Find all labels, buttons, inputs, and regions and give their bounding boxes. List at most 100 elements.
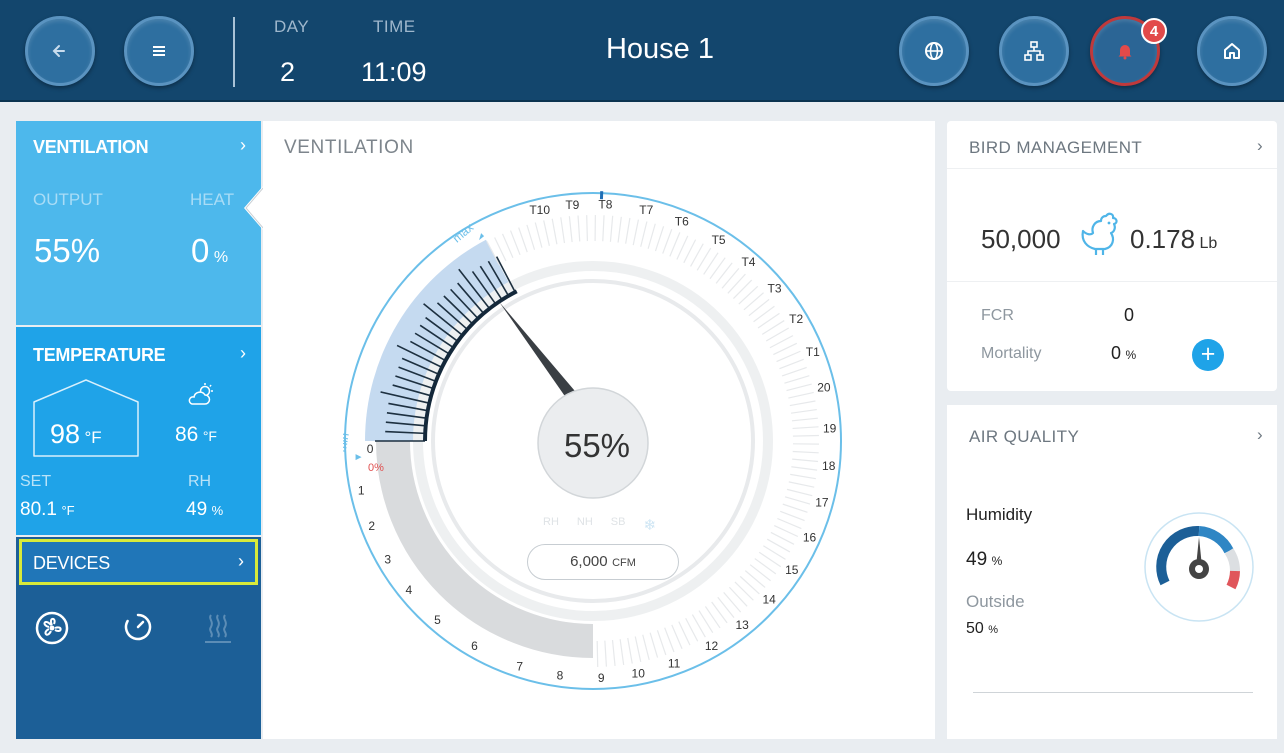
dial-faint-tick [676,235,689,260]
rh-value-group: 49 % [186,499,223,521]
air-quality-chevron: › [1257,425,1263,444]
dial-faint-tick [784,375,810,384]
dial-faint-tick [786,488,813,497]
dial-faint-tick [738,285,759,305]
dial-level-label-t3: T3 [768,282,782,296]
dial-faint-tick [526,224,536,250]
menu-icon [153,46,165,56]
dial-level-label-10: 10 [632,667,646,681]
dial-faint-tick [602,215,605,242]
dial-level-label-2: 2 [368,519,375,533]
temperature-card[interactable]: TEMPERATURE › 98 °F 86 °F SET RH 80.1 °F… [16,327,261,535]
weather-icon [188,383,213,405]
dial-faint-tick [625,217,631,244]
dial-faint-tick [627,637,633,664]
dial-level-label-0: 0 [367,442,374,456]
dial-min-marker [355,454,362,461]
dial-faint-tick [792,450,819,454]
alarm-count-badge: 4 [1141,18,1167,44]
add-mortality-button[interactable]: + [1192,339,1224,371]
devices-card-header[interactable]: DEVICES › [19,539,258,585]
dial-level-label-t10: T10 [529,203,550,217]
back-button[interactable] [25,16,95,86]
dial-faint-tick [509,230,521,256]
network-button[interactable] [999,16,1069,86]
globe-button[interactable] [899,16,969,86]
dial-faint-tick [518,227,528,253]
outside-humidity-unit: % [988,624,999,636]
house-title: House 1 [605,33,714,65]
ventilation-card[interactable]: VENTILATION › OUTPUT HEAT 55% 0 % [16,121,264,325]
dial-faint-tick [669,232,681,257]
dial-level-label-11: 11 [668,657,681,671]
home-button[interactable] [1197,16,1267,86]
top-bar: DAY 2 TIME 11:09 House 1 4 [0,0,1284,102]
dial-faint-tick [782,503,808,513]
ventilation-card-title: VENTILATION [33,137,149,157]
dial-faint-tick [662,228,673,254]
dial-faint-tick [788,481,815,488]
dial-level-label-t5: T5 [712,233,726,247]
dial-faint-tick [791,466,818,471]
dial-faint-tick [777,517,802,530]
dial-min-label: min [343,432,352,453]
devices-card-chevron: › [238,551,244,571]
fan-icon[interactable] [35,611,69,645]
set-value: 80.1 [20,499,57,520]
alarm-bell-icon [1118,45,1132,60]
heater-icon[interactable] [202,611,234,645]
humidity-value: 49 [966,549,988,570]
air-quality-card[interactable]: AIR QUALITY › Humidity 49 % Outside 50 % [947,405,1277,739]
outside-temp-unit: °F [202,428,217,444]
center-title: VENTILATION [284,137,414,158]
dial-level-label-t1: T1 [806,345,820,359]
dial-faint-tick [647,223,656,249]
dial-faint-tick [604,640,608,667]
dial-faint-tick [671,624,683,649]
dial-faint-tick [784,496,811,505]
humidity-label: Humidity [966,505,1033,524]
timer-icon[interactable] [122,611,154,643]
dial-level-label-5: 5 [434,613,441,627]
network-icon [1024,41,1044,61]
dial-faint-tick [790,473,816,480]
dial-faint-tick [568,216,573,243]
time-label: TIME [373,17,416,36]
bird-management-title: BIRD MANAGEMENT [969,138,1143,157]
inside-temp-unit: °F [84,428,102,447]
rh-unit: % [211,503,224,518]
set-label: SET [20,473,52,490]
globe-icon [925,42,943,60]
dial-level-label-12: 12 [705,639,719,653]
dial-level-label-t8: T8 [598,197,612,211]
dial-faint-tick [781,366,807,377]
bird-management-card[interactable]: BIRD MANAGEMENT › 50,000 0.178 Lb FCR 0 … [947,121,1277,391]
humidity-unit: % [991,554,1003,568]
mortality-value: 0 [1111,343,1122,363]
plus-icon: + [1200,340,1216,368]
dial-level-label-16: 16 [803,530,817,544]
menu-button[interactable] [124,16,194,86]
dial-faint-tick [640,221,648,247]
dial-faint-tick [619,639,625,665]
dial-faint-tick [596,640,599,667]
bird-mid-divider [947,281,1277,282]
set-unit: °F [61,503,75,518]
dial-faint-tick [634,636,642,663]
dial-max-marker [479,233,485,241]
devices-card: DEVICES › [16,537,261,739]
dial-level-label-14: 14 [762,593,776,607]
dial-level-label-t7: T7 [639,203,653,217]
day-label: DAY [274,17,310,36]
dial-faint-tick [734,581,754,601]
dial-level-label-18: 18 [822,459,836,473]
dial-faint-tick [727,273,746,294]
bird-weight-value: 0.178 [1130,224,1196,254]
dial-faint-tick [609,215,614,242]
heat-label: HEAT [190,190,235,209]
dial-faint-tick [792,434,819,437]
dial-faint-tick [728,586,748,607]
dial-level-label-9: 9 [598,671,605,685]
bird-management-chevron: › [1257,136,1263,155]
cfm-value: 6,000 [570,553,608,570]
